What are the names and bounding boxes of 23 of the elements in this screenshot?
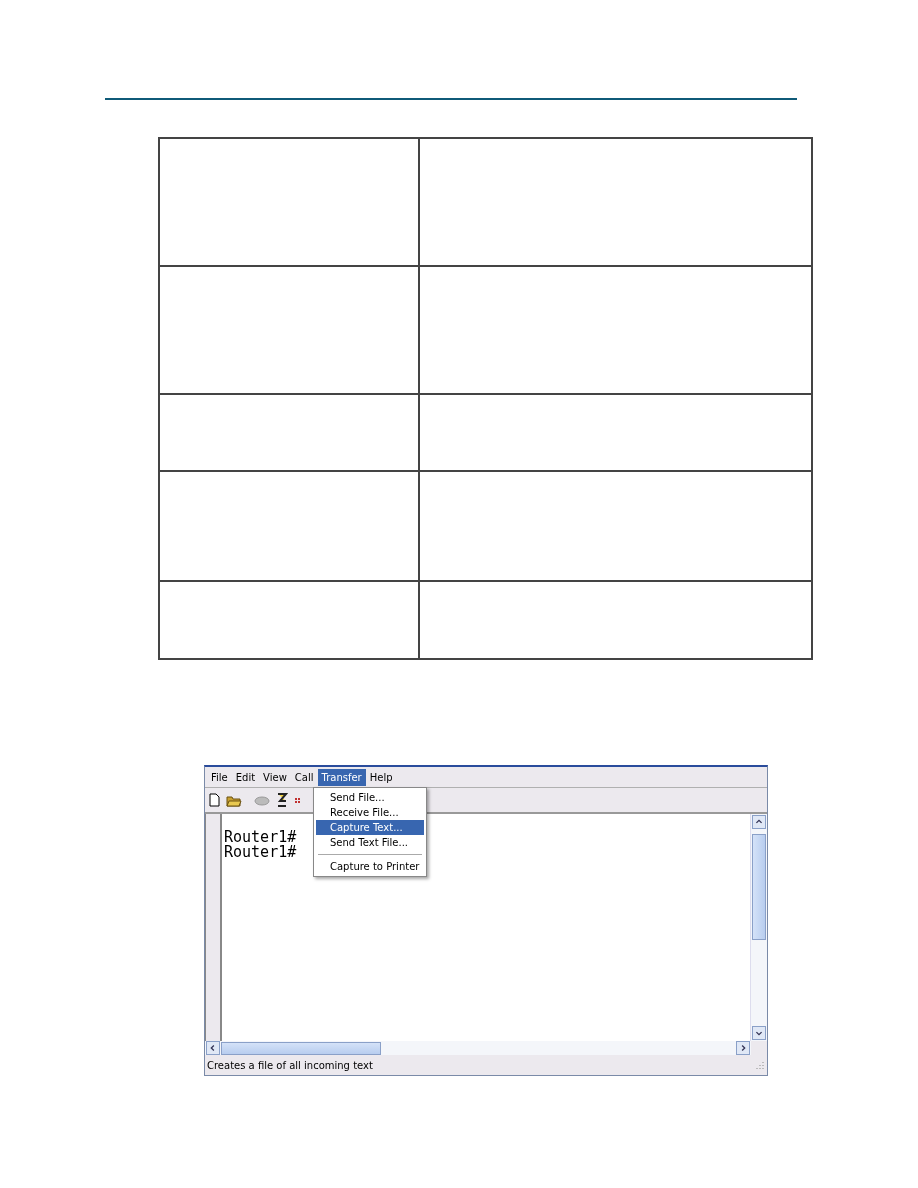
menu-option[interactable]: Receive File... bbox=[316, 805, 424, 820]
vertical-scrollbar[interactable] bbox=[750, 814, 767, 1041]
menu-item[interactable]: Edit bbox=[231, 768, 260, 786]
scroll-up-icon[interactable] bbox=[752, 815, 766, 829]
menu-item[interactable]: File bbox=[207, 768, 232, 786]
menu-item[interactable]: Transfer bbox=[317, 768, 366, 786]
menu-option[interactable]: Capture to Printer bbox=[316, 859, 424, 874]
terminal-line: Router1# bbox=[224, 830, 297, 845]
terminal-line: Router1# bbox=[224, 845, 297, 860]
menu-option[interactable]: Send File... bbox=[316, 790, 424, 805]
menu-item[interactable]: View bbox=[259, 768, 291, 786]
menu-item[interactable]: Call bbox=[290, 768, 318, 786]
resize-grip-icon[interactable] bbox=[755, 1060, 765, 1070]
status-text: Creates a file of all incoming text bbox=[207, 1059, 373, 1071]
scroll-down-icon[interactable] bbox=[752, 1026, 766, 1040]
scroll-right-icon[interactable] bbox=[736, 1041, 750, 1055]
folder-icon[interactable] bbox=[226, 793, 242, 807]
scroll-left-icon[interactable] bbox=[206, 1041, 220, 1055]
horizontal-scrollbar[interactable] bbox=[205, 1041, 751, 1055]
menu-option[interactable]: Send Text File... bbox=[316, 835, 424, 850]
menu-item[interactable]: Help bbox=[365, 768, 397, 786]
menu-option[interactable]: Capture Text... bbox=[316, 820, 424, 835]
new-document-icon[interactable] bbox=[209, 793, 220, 807]
